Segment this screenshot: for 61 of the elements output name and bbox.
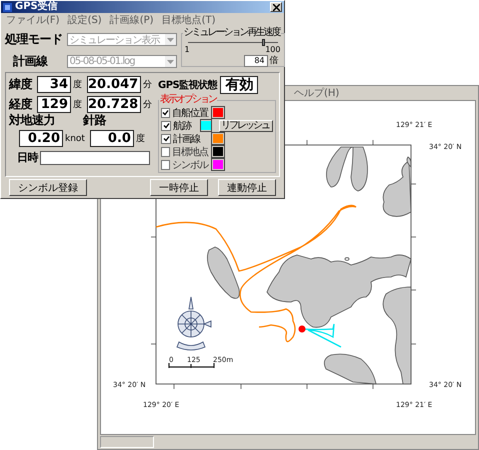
heading-field: 0.0 [90, 130, 134, 147]
color-swatch[interactable] [200, 119, 212, 132]
longitude-minutes-field: 20.728 [87, 96, 141, 113]
speed-field[interactable]: 84 [244, 54, 268, 66]
color-swatch[interactable] [211, 145, 225, 158]
pause-button[interactable]: 一時停止 [150, 179, 208, 196]
compass-rose-drawing [176, 296, 212, 350]
latitude-degrees-field: 34 [37, 76, 71, 93]
latitude-label: 緯度 [9, 76, 34, 93]
land-shape [207, 246, 240, 299]
unit-label: 倍 [270, 54, 278, 67]
slider-min-label: 1 [184, 46, 190, 54]
group-title: シミュレーション再生速度 [182, 27, 280, 39]
unit-label: knot [65, 134, 85, 144]
menu-item[interactable]: 目標地点(T) [162, 13, 216, 27]
unit-label: 度 [73, 78, 82, 91]
latitude-minutes-field: 20.047 [87, 76, 141, 93]
close-button[interactable] [270, 2, 282, 12]
app-icon [3, 2, 12, 12]
close-icon [272, 4, 280, 10]
status-pane [100, 436, 154, 448]
gps-status-label: GPS監視状態 [158, 78, 218, 92]
refresh-button[interactable]: リフレッシュ [219, 120, 273, 132]
group-title: 表示オプション [159, 94, 217, 106]
stop-button[interactable]: 連動停止 [218, 179, 276, 196]
dropdown-arrow-icon [166, 60, 174, 64]
option-checkbox[interactable]: 航跡 [161, 118, 197, 132]
ground-speed-field: 0.20 [19, 130, 63, 147]
ground-speed-label: 対地速力 [9, 112, 56, 129]
option-checkbox[interactable]: 自船位置 [161, 106, 208, 120]
option-checkbox[interactable]: 目標地点 [161, 144, 208, 158]
scale-bar [168, 362, 215, 369]
menu-item[interactable]: 設定(S) [68, 13, 102, 27]
color-swatch[interactable] [211, 132, 225, 145]
islet-shape [344, 257, 350, 261]
unit-label: 分 [143, 98, 152, 111]
slider-max-label: 100 [265, 46, 280, 54]
color-swatch[interactable] [211, 106, 225, 119]
dropdown-arrow-icon [166, 38, 174, 42]
speed-slider[interactable] [188, 39, 278, 46]
longitude-label: 経度 [9, 96, 34, 113]
land-shape [326, 146, 368, 192]
menu-item[interactable]: ヘルプ(H) [294, 86, 340, 100]
mode-label: 処理モード [5, 31, 62, 48]
menu-item[interactable]: 計画線(P) [110, 13, 154, 27]
ship-position-dot [298, 326, 306, 332]
option-checkbox[interactable]: 計画線 [161, 132, 208, 146]
land-shape [324, 354, 376, 384]
plan-label: 計画線 [12, 53, 49, 70]
unit-label: 度 [73, 98, 82, 111]
longitude-degrees-field: 129 [37, 96, 71, 113]
color-swatch[interactable] [211, 158, 225, 171]
menu-item[interactable]: ファイル(F) [6, 13, 60, 27]
unit-label: 度 [136, 132, 145, 145]
gps-status-value: 有効 [220, 76, 258, 94]
register-symbol-button[interactable]: シンボル登録 [9, 179, 87, 196]
window-title: GPS受信 [15, 1, 59, 13]
heading-label: 針路 [83, 112, 106, 129]
unit-label: 分 [143, 78, 152, 91]
datetime-label: 日時 [17, 150, 38, 165]
option-checkbox[interactable]: シンボル [161, 158, 208, 172]
